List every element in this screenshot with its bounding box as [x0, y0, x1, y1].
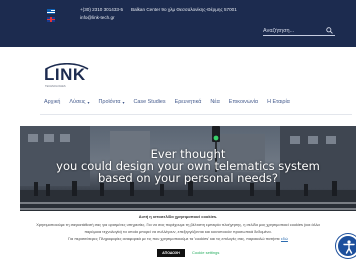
accessibility-button[interactable] — [336, 234, 356, 258]
main-nav: Αρχική Λύσεις ▾ Προϊόντα ▾ Case Studies Ερ… — [44, 97, 299, 107]
nav-label: Ερευνητικά — [174, 99, 202, 105]
nav-label: Λύσεις — [69, 99, 86, 105]
nav-label: Νέα — [210, 99, 220, 105]
hero-headline: Ever thought you could design your own t… — [20, 148, 356, 184]
cookie-line-2: παρόμοια τεχνολογία) τα οποία μπορεί να … — [84, 229, 272, 234]
cookie-title: Αυτή η ιστοσελίδα χρησιμοποιεί cookies. — [138, 214, 218, 219]
nav-item-contact[interactable]: Επικοινωνία — [229, 99, 258, 105]
chevron-down-icon: ▾ — [87, 99, 90, 105]
address-text: Balkan Center 9ο χλμ Θεσσαλονίκης-Θέρμης… — [131, 7, 237, 12]
logo-word: LINK — [44, 65, 86, 84]
nav-label: Η Εταιρία — [267, 99, 290, 105]
cookie-line-1: Χρησιμοποιούμε τη σαγκατάθεσή σας για ορ… — [36, 222, 320, 227]
nav-label: Αρχική — [44, 99, 61, 105]
accessibility-icon — [343, 240, 355, 254]
contact-info: +(30) 2310 301433-5 info@link-tech.gr — [80, 6, 123, 22]
search-input[interactable] — [263, 26, 323, 35]
nav-label: Επικοινωνία — [228, 99, 259, 105]
greek-flag-icon[interactable] — [47, 9, 55, 14]
nav-item-company[interactable]: Η Εταιρία — [267, 99, 290, 105]
phone-number[interactable]: +(30) 2310 301433-5 — [80, 6, 123, 14]
search-box — [263, 26, 335, 36]
logo-tagline: TECHNOLOGIES — [45, 85, 66, 88]
cookie-settings-link[interactable]: Cookie settings — [192, 250, 219, 255]
accept-cookies-button[interactable]: ΑΠΟΔΟΧΗ — [157, 249, 185, 257]
email-link[interactable]: info@link-tech.gr — [80, 14, 123, 22]
nav-item-research[interactable]: Ερευνητικά — [175, 99, 202, 105]
nav-item-solutions[interactable]: Λύσεις ▾ — [69, 99, 89, 105]
chevron-down-icon: ▾ — [122, 99, 125, 105]
hero-line-3: based on your personal needs? — [97, 171, 278, 185]
cookie-line-3-text: Για περισσότερες Πληροφορίες αναφορικά μ… — [68, 236, 280, 241]
search-icon[interactable] — [326, 27, 333, 34]
nav-label: Προϊόντα — [98, 99, 121, 105]
nav-item-products[interactable]: Προϊόντα ▾ — [98, 99, 124, 105]
nav-item-case-studies[interactable]: Case Studies — [134, 99, 166, 105]
nav-divider — [40, 114, 352, 115]
cookie-policy-link[interactable]: εδώ — [281, 236, 288, 241]
nav-label: Case Studies — [133, 99, 166, 105]
top-bar: +(30) 2310 301433-5 info@link-tech.gr Ba… — [0, 0, 356, 47]
english-flag-icon[interactable] — [47, 17, 55, 22]
nav-item-home[interactable]: Αρχική — [44, 99, 60, 105]
site-logo[interactable]: LINK TECHNOLOGIES — [42, 63, 90, 93]
nav-item-news[interactable]: Νέα — [210, 99, 219, 105]
cookie-text: Χρησιμοποιούμε τη σαγκατάθεσή σας για ορ… — [4, 221, 352, 242]
cookie-line-3: Για περισσότερες Πληροφορίες αναφορικά μ… — [4, 235, 352, 242]
